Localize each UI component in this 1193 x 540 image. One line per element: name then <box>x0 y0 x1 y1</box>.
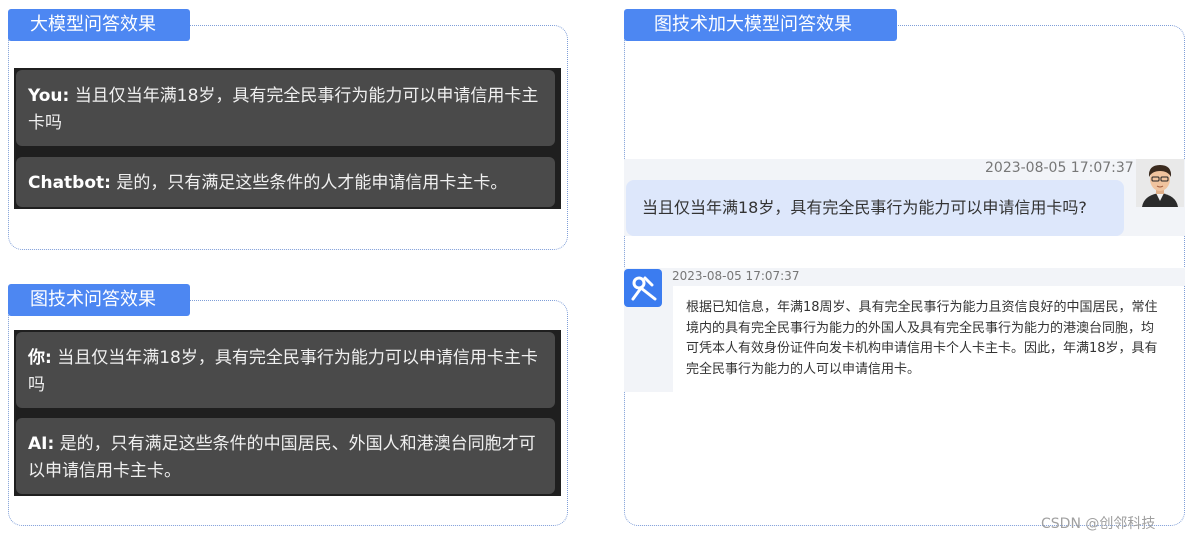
user-label: 你: <box>28 348 52 368</box>
bot-message: Chatbot: 是的，只有满足这些条件的人才能申请信用卡主卡。 <box>16 157 555 207</box>
bot-avatar <box>624 269 662 307</box>
user-text: 当且仅当年满18岁，具有完全民事行为能力可以申请信用卡主卡吗 <box>28 86 539 133</box>
user-message: 当且仅当年满18岁，具有完全民事行为能力可以申请信用卡吗? <box>626 180 1124 236</box>
bot-label: AI: <box>28 434 55 454</box>
panel-graph-title: 图技术问答效果 <box>8 284 190 316</box>
user-message: You: 当且仅当年满18岁，具有完全民事行为能力可以申请信用卡主卡吗 <box>16 70 555 146</box>
user-timestamp: 2023-08-05 17:07:37 <box>985 160 1134 176</box>
user-label: You: <box>28 86 70 106</box>
user-text: 当且仅当年满18岁，具有完全民事行为能力可以申请信用卡主卡吗 <box>28 348 538 395</box>
bot-label: Chatbot: <box>28 173 111 193</box>
bot-message: AI: 是的，只有满足这些条件的中国居民、外国人和港澳台同胞才可以申请信用卡主卡… <box>16 418 555 494</box>
chat-llm: You: 当且仅当年满18岁，具有完全民事行为能力可以申请信用卡主卡吗 Chat… <box>14 68 561 209</box>
panel-graph-llm-title: 图技术加大模型问答效果 <box>624 9 897 41</box>
bot-text: 是的，只有满足这些条件的人才能申请信用卡主卡。 <box>116 173 508 193</box>
bot-timestamp: 2023-08-05 17:07:37 <box>672 269 800 283</box>
avatar-icon <box>1142 165 1178 207</box>
user-avatar <box>1136 159 1184 207</box>
bot-logo-icon <box>631 276 657 301</box>
bot-text: 是的，只有满足这些条件的中国居民、外国人和港澳台同胞才可以申请信用卡主卡。 <box>28 434 536 481</box>
panel-llm-title: 大模型问答效果 <box>8 9 190 41</box>
chat-graph: 你: 当且仅当年满18岁，具有完全民事行为能力可以申请信用卡主卡吗 AI: 是的… <box>14 330 561 496</box>
bot-message: 根据已知信息，年满18周岁、具有完全民事行为能力且资信良好的中国居民，常住境内的… <box>686 300 1158 377</box>
watermark: CSDN @创邻科技 <box>1041 516 1156 532</box>
user-message: 你: 当且仅当年满18岁，具有完全民事行为能力可以申请信用卡主卡吗 <box>16 332 555 408</box>
